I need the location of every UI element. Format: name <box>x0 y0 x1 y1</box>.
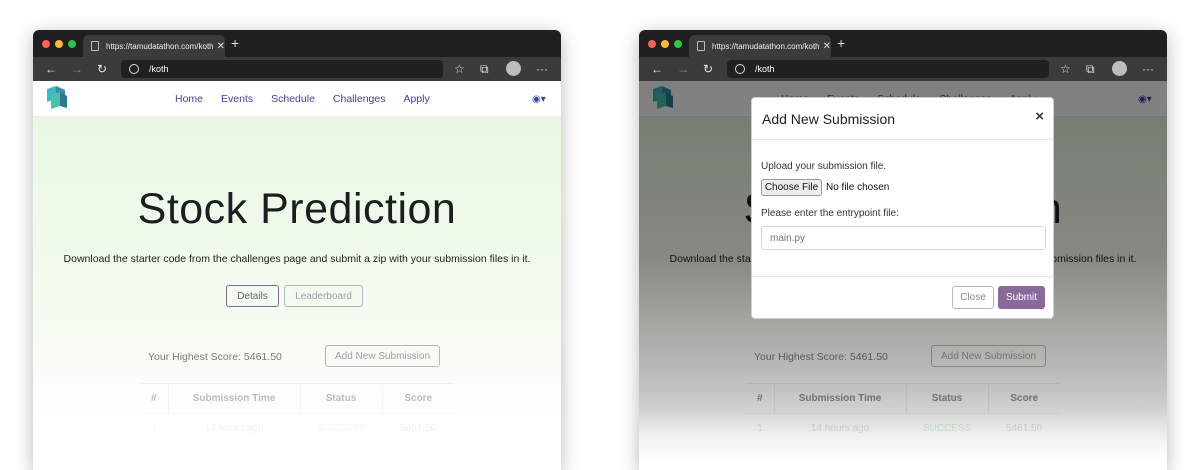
entrypoint-input[interactable] <box>761 226 1046 250</box>
submissions-table: # Submission Time Status Score 1 14 hour… <box>140 383 454 444</box>
bottom-fade <box>639 410 1167 470</box>
highest-score: Your Highest Score: 5461.50 <box>148 351 282 363</box>
browser-tab[interactable]: https://tamudatathon.com/koth ✕ <box>689 35 831 57</box>
close-tab-icon[interactable]: ✕ <box>823 41 831 52</box>
modal-header: Add New Submission × <box>752 98 1053 140</box>
collections-icon[interactable]: ⧉ <box>480 61 489 77</box>
maximize-window-icon[interactable] <box>674 40 682 48</box>
page-title: Stock Prediction <box>137 185 457 233</box>
address-bar[interactable]: /koth <box>121 60 443 78</box>
browser-window-modal: https://tamudatathon.com/koth ✕ + ← → ↻ … <box>639 30 1167 470</box>
modal-body: Upload your submission file. Choose File… <box>752 140 1053 277</box>
close-icon[interactable]: × <box>1035 108 1044 125</box>
view-buttons: Details Leaderboard <box>226 285 363 307</box>
more-icon[interactable]: ··· <box>536 61 548 77</box>
user-menu-icon[interactable]: ◉▾ <box>532 94 546 105</box>
minimize-window-icon[interactable] <box>55 40 63 48</box>
choose-file-button[interactable]: Choose File <box>761 179 822 196</box>
browser-toolbar: ← → ↻ /koth ☆ ⧉ ··· <box>639 57 1167 81</box>
window-controls <box>648 40 682 48</box>
page-description: Download the starter code from the chall… <box>63 253 531 265</box>
row-time: 14 hours ago <box>168 413 300 444</box>
collections-icon[interactable]: ⧉ <box>1086 61 1095 77</box>
close-window-icon[interactable] <box>648 40 656 48</box>
profile-icon[interactable] <box>506 61 521 76</box>
profile-icon[interactable] <box>1112 61 1127 76</box>
browser-tab[interactable]: https://tamudatathon.com/koth ✕ <box>83 35 225 57</box>
nav-link-events[interactable]: Events <box>221 93 253 105</box>
nav-link-home[interactable]: Home <box>175 93 203 105</box>
row-status: SUCCESS <box>300 413 382 444</box>
favorites-icon[interactable]: ☆ <box>454 61 465 77</box>
minimize-window-icon[interactable] <box>661 40 669 48</box>
more-icon[interactable]: ··· <box>1142 61 1154 77</box>
table-row: 1 14 hours ago SUCCESS 5461.50 <box>140 413 454 444</box>
globe-icon <box>129 64 139 74</box>
new-tab-icon[interactable]: + <box>837 36 845 50</box>
leaderboard-button[interactable]: Leaderboard <box>284 285 363 307</box>
browser-window-page: https://tamudatathon.com/koth ✕ + ← → ↻ … <box>33 30 561 470</box>
globe-icon <box>735 64 745 74</box>
new-tab-icon[interactable]: + <box>231 36 239 50</box>
modal-title: Add New Submission <box>762 111 896 127</box>
tab-bar: https://tamudatathon.com/koth ✕ + <box>639 30 1167 57</box>
browser-toolbar: ← → ↻ /koth ☆ ⧉ ··· <box>33 57 561 81</box>
forward-arrow-icon[interactable]: → <box>677 61 689 77</box>
table-header: Status <box>299 383 382 414</box>
close-button[interactable]: Close <box>952 286 994 309</box>
window-controls <box>42 40 76 48</box>
table-header: Submission Time <box>167 383 300 414</box>
site-navbar: Home Events Schedule Challenges Apply ◉▾ <box>33 81 561 117</box>
nav-link-challenges[interactable]: Challenges <box>333 93 386 105</box>
add-submission-modal: Add New Submission × Upload your submiss… <box>751 97 1054 319</box>
table-header: # <box>140 383 168 414</box>
tab-title: https://tamudatathon.com/koth <box>712 41 819 51</box>
modal-footer: Close Submit <box>752 277 1053 320</box>
url-text: /koth <box>149 64 169 74</box>
upload-label: Upload your submission file. <box>761 161 887 172</box>
reload-icon[interactable]: ↻ <box>97 61 107 77</box>
close-window-icon[interactable] <box>42 40 50 48</box>
back-arrow-icon[interactable]: ← <box>651 61 663 77</box>
details-button[interactable]: Details <box>226 285 279 307</box>
entrypoint-label: Please enter the entrypoint file: <box>761 208 899 219</box>
page-icon <box>697 41 705 51</box>
favorites-icon[interactable]: ☆ <box>1060 61 1071 77</box>
table-header: Score <box>381 383 454 414</box>
address-bar[interactable]: /koth <box>727 60 1049 78</box>
site-logo[interactable] <box>43 85 69 111</box>
row-score: 5461.50 <box>382 413 454 444</box>
page-icon <box>91 41 99 51</box>
nav-links: Home Events Schedule Challenges Apply <box>175 93 430 105</box>
submit-button[interactable]: Submit <box>998 286 1045 309</box>
url-text: /koth <box>755 64 775 74</box>
add-submission-button[interactable]: Add New Submission <box>325 345 440 367</box>
nav-link-apply[interactable]: Apply <box>403 93 429 105</box>
close-tab-icon[interactable]: ✕ <box>217 41 225 52</box>
forward-arrow-icon[interactable]: → <box>71 61 83 77</box>
tab-title: https://tamudatathon.com/koth <box>106 41 213 51</box>
maximize-window-icon[interactable] <box>68 40 76 48</box>
reload-icon[interactable]: ↻ <box>703 61 713 77</box>
tab-bar: https://tamudatathon.com/koth ✕ + <box>33 30 561 57</box>
row-index: 1 <box>140 413 168 444</box>
nav-link-schedule[interactable]: Schedule <box>271 93 315 105</box>
file-status: No file chosen <box>826 182 890 193</box>
back-arrow-icon[interactable]: ← <box>45 61 57 77</box>
page-content: Stock Prediction Download the starter co… <box>33 117 561 470</box>
